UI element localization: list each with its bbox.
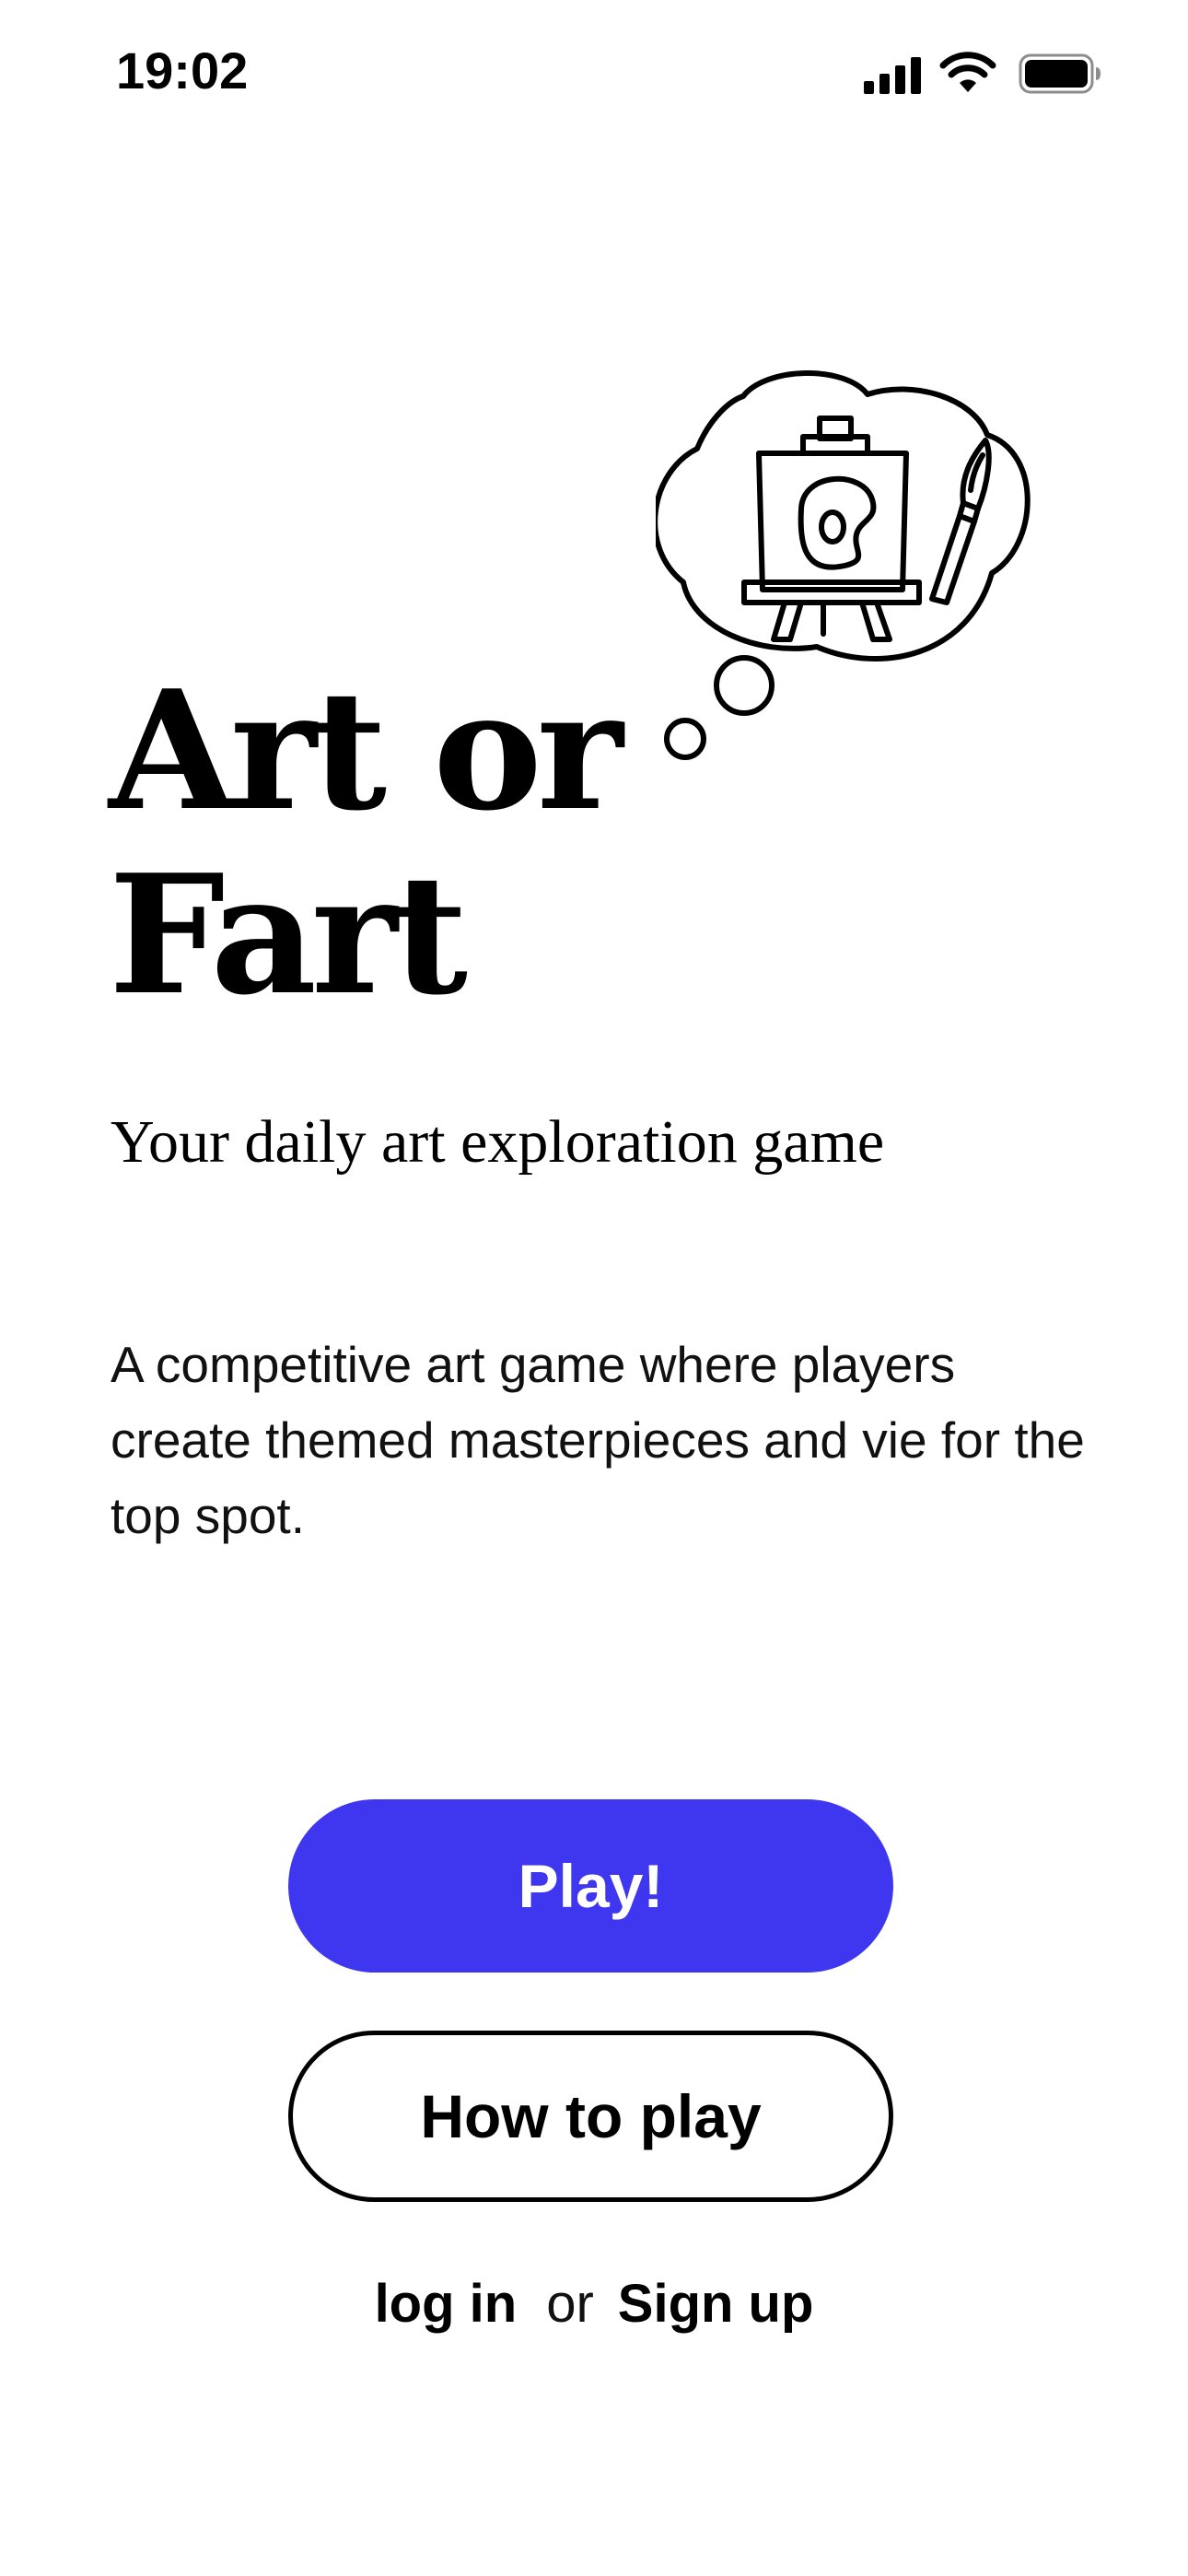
wifi-icon [939,52,996,92]
auth-separator: or [546,2273,594,2334]
status-icons [864,48,1103,100]
tagline: Your daily art exploration game [111,1108,885,1176]
how-to-play-button[interactable]: How to play [288,2031,893,2202]
status-time: 19:02 [116,41,249,100]
app-title-line-1: Art or [109,654,623,847]
play-button[interactable]: Play! [288,1799,893,1973]
battery-icon [1019,53,1101,94]
app-title: Art or Fart [109,659,753,1027]
description: A competitive art game where players cre… [111,1336,1085,1544]
login-link[interactable]: log in [375,2273,518,2335]
app-title-line-2: Fart [109,838,468,1031]
signup-link[interactable]: Sign up [618,2273,814,2335]
welcome-screen: 19:02 Art or Fart Your daily art explora… [0,0,1188,2576]
auth-row: log in or Sign up [0,2266,1188,2340]
status-bar: 19:02 [0,0,1188,147]
cellular-signal-icon [864,57,921,94]
